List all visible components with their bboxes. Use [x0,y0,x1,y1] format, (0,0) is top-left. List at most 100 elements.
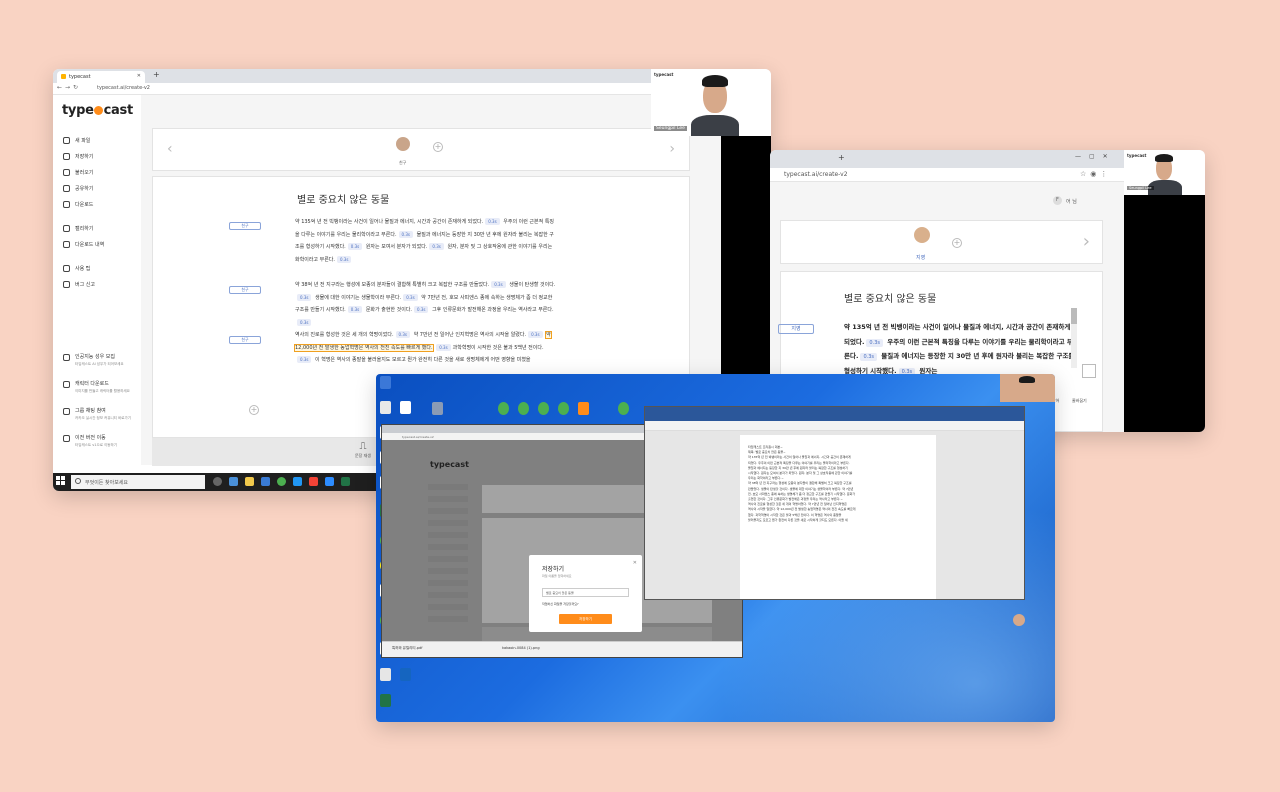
new-tab-icon[interactable]: + [153,70,160,79]
new-tab-icon[interactable]: + [838,153,845,162]
app-shortcut-icon[interactable] [400,668,411,681]
pause-pill[interactable]: 0.3s [395,331,410,338]
save-button[interactable]: 저장하기 [559,614,612,624]
sidebar-item-new-file[interactable]: 새 파일 [61,136,141,152]
tab-title: typecast [69,74,91,80]
pause-pill[interactable]: 0.3s [414,306,429,313]
play-sentence-button[interactable]: ⎍ 문장 재생 [350,441,376,459]
pause-pill[interactable]: 0.3s [297,293,312,301]
footer-item-character[interactable]: 캐릭터 다운로드 이미지를 만들고 캐릭터를 활용하세요 [61,380,151,407]
add-character-icon[interactable]: + [433,142,443,152]
desktop-app-icon[interactable] [578,402,589,415]
zoom-icon[interactable] [325,477,334,486]
pause-pill[interactable]: 0.3s [297,356,312,363]
download-item[interactable]: kakaoin-0084 (1).png [502,646,540,650]
toolbar-label[interactable]: 줄바꿈기 [1072,398,1087,404]
pause-pill[interactable]: 0.3s [436,343,451,351]
paragraph-1[interactable]: 약 135억 년 전 빅뱅이라는 사건이 일어나 물질과 에너지, 시간과 공간… [295,216,557,266]
document-icon[interactable] [1082,364,1096,378]
browser-actions-icon[interactable]: ☆◉⋮ [1080,170,1111,178]
url-text[interactable]: typecast.ai/create-v2 [97,85,150,91]
desktop-app-icon[interactable] [432,402,443,415]
pause-pill[interactable]: 0.3s [297,318,312,326]
chrome-shortcut-icon[interactable] [538,402,549,415]
desktop-file-icon[interactable] [400,401,411,414]
taskbar-search[interactable]: 무엇이든 찾아보세요 [71,475,205,489]
sidebar-item-download-history[interactable]: 다운로드 내역 [61,240,141,256]
close-icon[interactable]: ✕ [633,560,637,566]
pause-pill[interactable]: 0.3s [398,230,413,238]
chevron-left-icon[interactable]: ‹ [167,141,173,157]
speaker-tag[interactable]: 친구 [229,222,261,230]
add-paragraph-icon[interactable]: + [249,405,259,415]
pause-pill[interactable]: 0.3s [485,218,500,225]
document-title[interactable]: 별로 중요치 않은 동물 [297,191,389,206]
scrollbar-thumb[interactable] [1071,308,1077,324]
sidebar-item-open[interactable]: 불러오기 [61,168,141,184]
chrome-shortcut-icon[interactable] [518,402,529,415]
excel-icon[interactable] [341,477,350,486]
file-explorer-icon[interactable] [245,477,254,486]
speaker-tag[interactable]: 지영 [778,324,814,334]
footer-item-previous-version[interactable]: 이전 버전 이동 타입캐스트 v1으로 이동하기 [61,434,151,461]
sidebar-item-tips[interactable]: 사용 팁 [61,264,141,280]
download-item[interactable]: 특허와 유틸리티.pdf [392,646,422,651]
document-title[interactable]: 별로 중요치 않은 동물 [844,290,936,305]
speaker-tag[interactable]: 친구 [229,336,261,344]
character-avatar[interactable] [396,137,410,151]
word-page[interactable]: 타입캐스트 프리퀀시 대본~ 제목: 별로 중요치 않은 동물~ 약 135억 … [740,435,936,599]
pause-pill[interactable]: 0.3s [347,306,363,313]
paragraph-1[interactable]: 약 135억 년 전 빅뱅이라는 사건이 일어나 물질과 에너지, 시간과 공간… [844,320,1078,378]
footer-item-group-chat[interactable]: 그룹 채팅 참여 카카오 실시간 정보 커뮤니티 바로가기 [61,407,151,434]
chrome-shortcut-icon[interactable] [618,402,629,415]
close-tab-icon[interactable]: ✕ [137,73,141,79]
url-text[interactable]: typecast.ai/create-v2 [784,171,848,178]
chevron-right-icon[interactable]: › [669,141,675,157]
speaker-tag[interactable]: 친구 [229,286,261,294]
excel-file-icon[interactable] [380,694,391,707]
chevron-right-icon[interactable]: › [1083,231,1090,252]
desktop-file-icon[interactable] [380,401,391,414]
add-character-icon[interactable]: + [952,238,962,248]
store-icon[interactable] [261,477,270,486]
windows-start-icon[interactable] [56,476,66,486]
scrollbar[interactable] [1071,308,1077,368]
task-view-icon[interactable] [213,477,222,486]
pause-pill[interactable]: 0.3s [528,331,543,338]
pause-pill[interactable]: 0.3s [403,293,418,301]
sidebar-item-calibrate[interactable]: 캘리하기 [61,224,141,240]
window-controls-icon[interactable]: —▢✕ [1075,153,1116,160]
pause-pill[interactable]: 0.3s [866,338,883,347]
paragraph-2[interactable]: 약 38억 년 전 지구라는 행성에 모종의 분자들이 결합해 특별히 크고 복… [295,279,557,329]
chrome-shortcut-icon[interactable] [558,402,569,415]
edge-icon[interactable] [229,477,238,486]
app-icon[interactable] [293,477,302,486]
character-avatar[interactable] [914,227,930,243]
user-avatar[interactable]: F [1053,196,1062,205]
chrome-shortcut-icon[interactable] [498,402,509,415]
desktop-file-icon[interactable] [380,668,391,681]
browser-tab[interactable]: typecast ✕ [57,71,145,83]
pause-pill[interactable]: 0.3s [336,255,352,263]
pause-pill[interactable]: 0.3s [347,243,363,250]
typecast-logo[interactable]: type cast [62,103,133,118]
sidebar-item-bug-report[interactable]: 버그 신고 [61,280,141,296]
paragraph-3[interactable]: 역사의 진로를 형성한 것은 세 개의 혁명이었다. 0.3s 약 7만년 전 일… [294,329,557,367]
character-name: 친구 [399,160,407,165]
user-name[interactable]: 어 님 [1066,198,1077,205]
chrome-icon[interactable] [277,477,286,486]
footer-item-voice-actor[interactable]: 인공지능 성우 모집 타입캐스트 AI 성우가 되어보세요 [61,353,151,380]
pause-pill[interactable]: 0.3s [429,243,444,250]
pause-pill[interactable]: 0.3s [491,281,506,288]
app-icon[interactable] [309,477,318,486]
sidebar-item-download[interactable]: 다운로드 [61,200,141,216]
nav-arrows-icon[interactable]: ←→↻ [57,84,81,91]
desktop-app-icon[interactable] [380,376,391,389]
sidebar-item-save[interactable]: 저장하기 [61,152,141,168]
filename-input[interactable]: 별로 중요치 않은 동물 [542,588,629,597]
participant-name: Seungpil Lee [654,126,687,131]
user-avatar-icon[interactable] [1013,614,1025,626]
pause-pill[interactable]: 0.3s [860,353,877,361]
sidebar-item-share[interactable]: 공유하기 [61,184,141,200]
webcam-feed: typecast Seungpil Lee [651,69,771,136]
